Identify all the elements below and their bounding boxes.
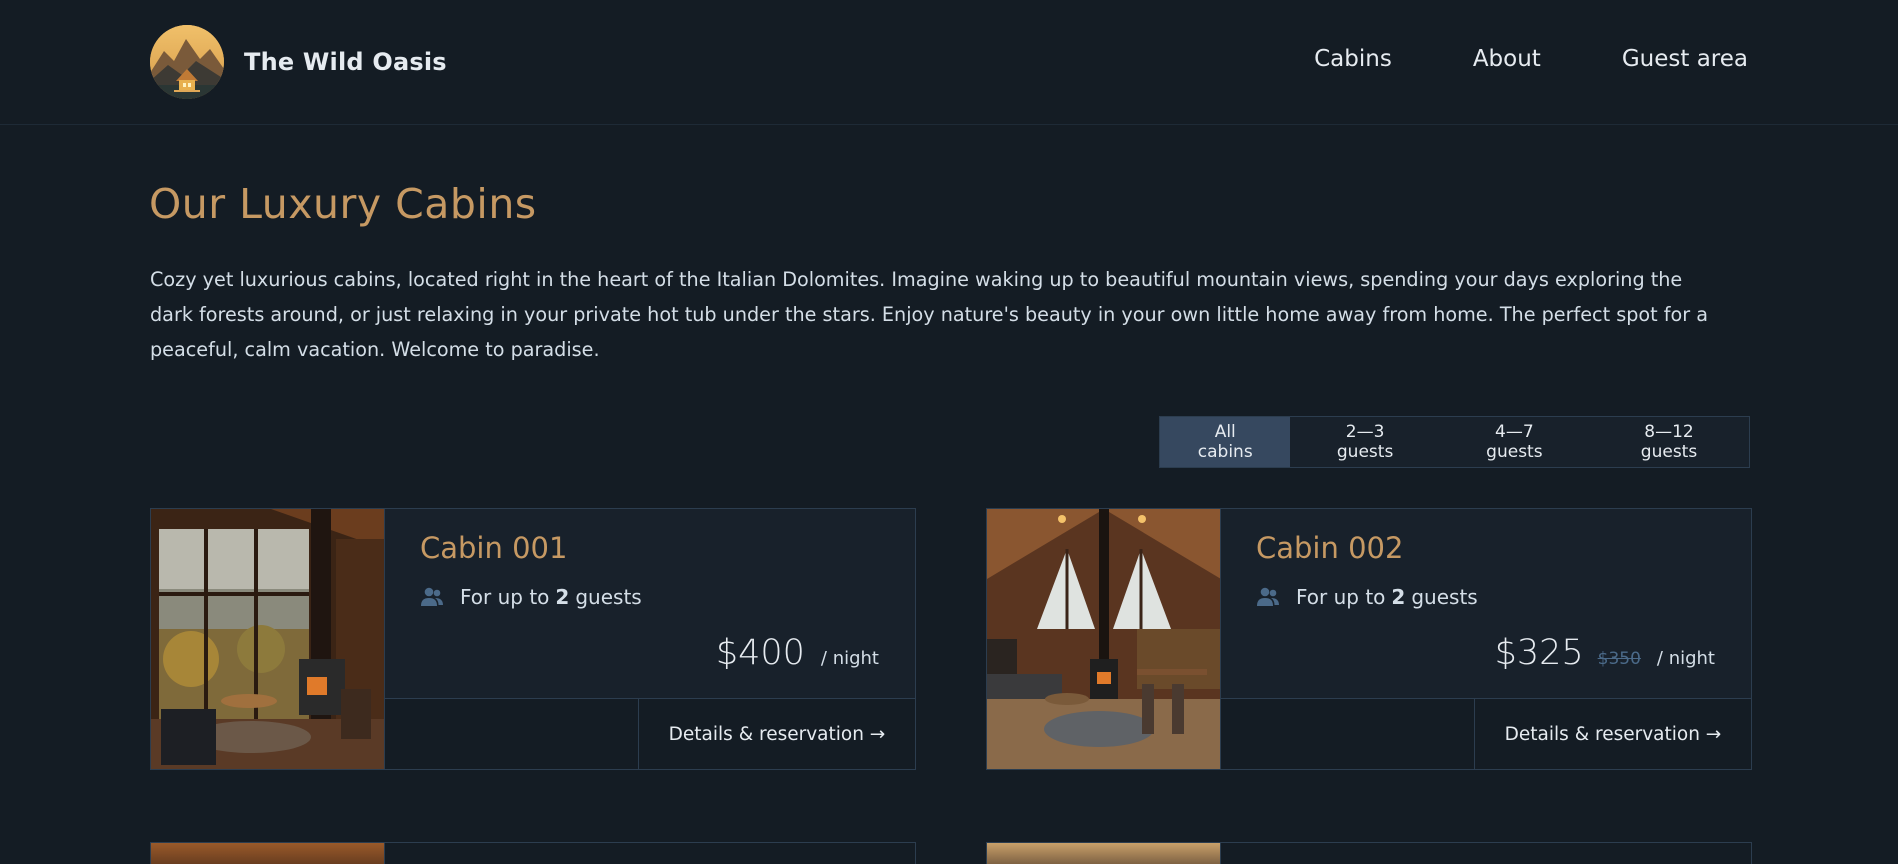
cabin-image	[151, 843, 385, 864]
cabin-image	[987, 843, 1221, 864]
details-reservation-link[interactable]: Details & reservation →	[638, 699, 915, 769]
price-row: $400 / night	[716, 633, 879, 673]
price-row: $325 $350 / night	[1495, 633, 1715, 673]
nav-link-about[interactable]: About	[1473, 46, 1541, 72]
main-nav: Cabins About Guest area	[1314, 46, 1748, 72]
page-intro: Cozy yet luxurious cabins, located right…	[150, 268, 1708, 361]
per-night-label: / night	[1656, 648, 1715, 669]
nav-link-guest-area[interactable]: Guest area	[1622, 46, 1748, 72]
cabin-old-price: $350	[1597, 649, 1641, 669]
per-night-label: / night	[820, 648, 879, 669]
users-icon	[421, 587, 443, 606]
mountain-cabin-logo-icon	[150, 25, 224, 99]
nav-link-cabins[interactable]: Cabins	[1314, 46, 1392, 72]
cabin-price: $400	[715, 633, 805, 673]
cabin-card-peek	[986, 842, 1752, 864]
cabin-image	[151, 509, 385, 769]
cabin-card-peek	[150, 842, 916, 864]
capacity-number: 2	[1391, 585, 1406, 609]
cabin-card: Cabin 001 For up to 2 guests $400 / nigh…	[150, 508, 916, 770]
cabin-name: Cabin 001	[420, 531, 568, 565]
cabin-card: Cabin 002 For up to 2 guests $325 $350 /…	[986, 508, 1752, 770]
cabin-capacity: For up to 2 guests	[1256, 585, 1715, 609]
filter-4-7-guests[interactable]: 4—7 guests	[1440, 417, 1589, 467]
capacity-number: 2	[555, 585, 570, 609]
site-header: The Wild Oasis Cabins About Guest area	[0, 0, 1898, 125]
page-title: Our Luxury Cabins	[149, 180, 537, 228]
filter-8-12-guests[interactable]: 8—12 guests	[1589, 417, 1749, 467]
cabin-capacity: For up to 2 guests	[420, 585, 879, 609]
brand-name: The Wild Oasis	[244, 48, 447, 76]
filter-all-cabins[interactable]: All cabins	[1160, 417, 1291, 467]
guest-filter: All cabins 2—3 guests 4—7 guests 8—12 gu…	[1159, 416, 1750, 468]
details-reservation-link[interactable]: Details & reservation →	[1474, 699, 1751, 769]
capacity-suffix: guests	[1411, 585, 1478, 609]
users-icon	[1257, 587, 1279, 606]
brand-logo-link[interactable]: The Wild Oasis	[150, 25, 447, 99]
capacity-suffix: guests	[575, 585, 642, 609]
cabin-price: $325	[1494, 633, 1584, 673]
cabin-image	[987, 509, 1221, 769]
capacity-prefix: For up to	[460, 585, 550, 609]
capacity-prefix: For up to	[1296, 585, 1386, 609]
cabin-name: Cabin 002	[1256, 531, 1404, 565]
filter-2-3-guests[interactable]: 2—3 guests	[1290, 417, 1439, 467]
